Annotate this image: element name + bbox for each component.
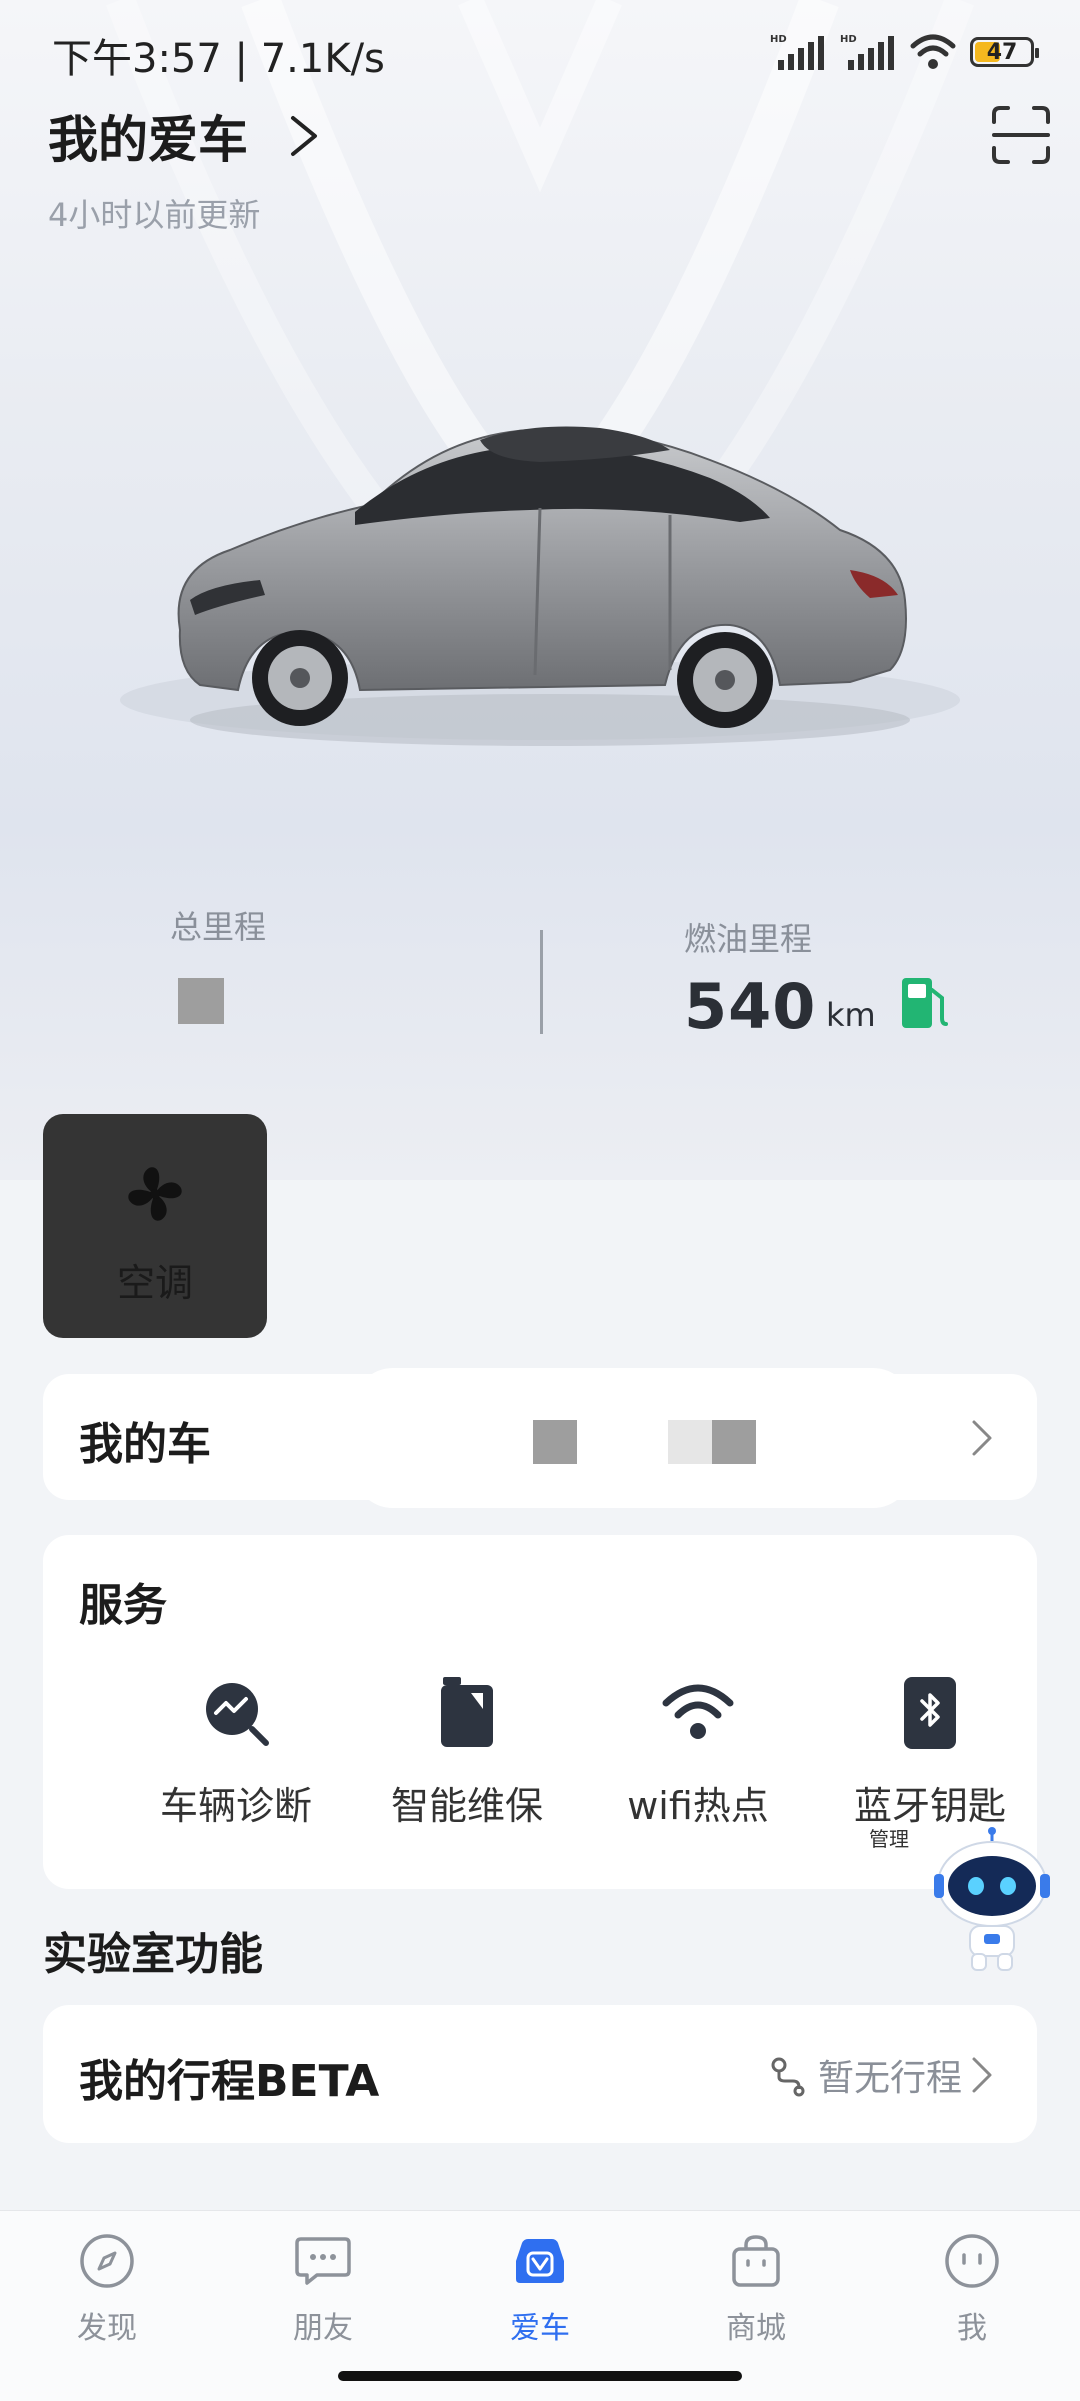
compass-icon (80, 2234, 134, 2288)
bluetooth-key-icon (904, 1677, 956, 1749)
nav-my-car[interactable]: 爱车 (460, 2231, 620, 2347)
my-car-card[interactable]: 我的车 (43, 1368, 1037, 1508)
wifi-icon (662, 1684, 734, 1739)
nav-mall[interactable]: 商城 (676, 2231, 836, 2347)
signal-icon-2: HD (840, 34, 894, 70)
nav-friends[interactable]: 朋友 (243, 2231, 403, 2347)
home-indicator[interactable] (338, 2371, 742, 2381)
redaction-mask (353, 1368, 913, 1508)
service-label: wifi热点 (627, 1784, 769, 1828)
service-bluetooth-key[interactable]: 蓝牙钥匙 (815, 1675, 1045, 1830)
service-label: 车辆诊断 (159, 1784, 312, 1828)
shopping-bag-icon (732, 2235, 780, 2287)
fan-icon (128, 1167, 182, 1221)
lab-section-title: 实验室功能 (43, 1929, 263, 1980)
redacted-block (712, 1420, 756, 1464)
battery-level: 47 (986, 39, 1018, 65)
redacted-block (533, 1420, 577, 1464)
chevron-right-icon (972, 2057, 992, 2093)
diagnosis-icon (206, 1683, 269, 1746)
scan-icon[interactable] (990, 104, 1052, 166)
trip-label: 我的行程BETA (79, 2056, 380, 2107)
service-label: 智能维保 (390, 1784, 543, 1828)
fuel-mileage-label: 燃油里程 (684, 920, 813, 958)
service-smart-maintenance[interactable]: 智能维保 (352, 1675, 582, 1830)
signal-icon: HD (770, 34, 824, 70)
car-image[interactable] (150, 400, 930, 760)
status-bar: 下午3:57 | 7.1K/s HD HD 47 (0, 0, 1080, 100)
chat-icon (295, 2237, 351, 2285)
trip-card[interactable]: 我的行程BETA 暂无行程 (43, 2005, 1037, 2143)
total-mileage-label: 总里程 (170, 908, 267, 946)
divider (540, 930, 543, 1034)
nav-label: 我 (957, 2311, 987, 2346)
nav-label: 朋友 (293, 2311, 353, 2346)
chevron-right-icon[interactable] (285, 108, 325, 164)
service-vehicle-diagnosis[interactable]: 车辆诊断 (121, 1675, 351, 1830)
battery-icon: 47 (970, 37, 1039, 67)
bluetooth-manage-label: 管理 (869, 1827, 909, 1851)
status-time-speed: 下午3:57 | 7.1K/s (52, 36, 385, 82)
update-time: 4小时以前更新 (48, 196, 261, 234)
maintenance-icon (441, 1677, 493, 1747)
chevron-right-icon (972, 1420, 992, 1456)
redacted-value (178, 978, 224, 1024)
redacted-block (668, 1420, 712, 1464)
signal-tag: HD (770, 34, 787, 45)
nav-discover[interactable]: 发现 (27, 2231, 187, 2347)
service-card: 服务 车辆诊断 智能维保 wifi热点 蓝牙钥匙 管理 (43, 1535, 1037, 1889)
nav-label: 发现 (77, 2311, 137, 2346)
nav-me[interactable]: 我 (892, 2231, 1052, 2347)
signal-tag-2: HD (840, 34, 857, 45)
route-icon (771, 2057, 805, 2097)
service-wifi-hotspot[interactable]: wifi热点 (583, 1675, 813, 1830)
nav-label: 爱车 (510, 2311, 570, 2346)
nav-label: 商城 (726, 2311, 786, 2346)
smiley-icon (945, 2234, 999, 2288)
my-car-label: 我的车 (79, 1419, 211, 1470)
mileage-panel: 总里程 燃油里程 540 km (0, 900, 1080, 1050)
page-title[interactable]: 我的爱车 (48, 100, 248, 172)
ac-label: 空调 (116, 1261, 193, 1305)
ac-control-tile[interactable]: 空调 (43, 1114, 267, 1338)
fuel-mileage-unit: km (826, 996, 876, 1034)
service-label: 蓝牙钥匙 (853, 1784, 1006, 1828)
service-title: 服务 (79, 1580, 167, 1631)
car-icon (516, 2239, 564, 2283)
fuel-mileage-value: 540 (684, 970, 817, 1043)
wifi-status-icon (910, 34, 956, 69)
trip-status: 暂无行程 (818, 2058, 963, 2099)
fuel-pump-icon (902, 978, 948, 1028)
status-icons: HD HD 47 (770, 32, 1039, 72)
assistant-robot-icon[interactable] (932, 1826, 1052, 1972)
